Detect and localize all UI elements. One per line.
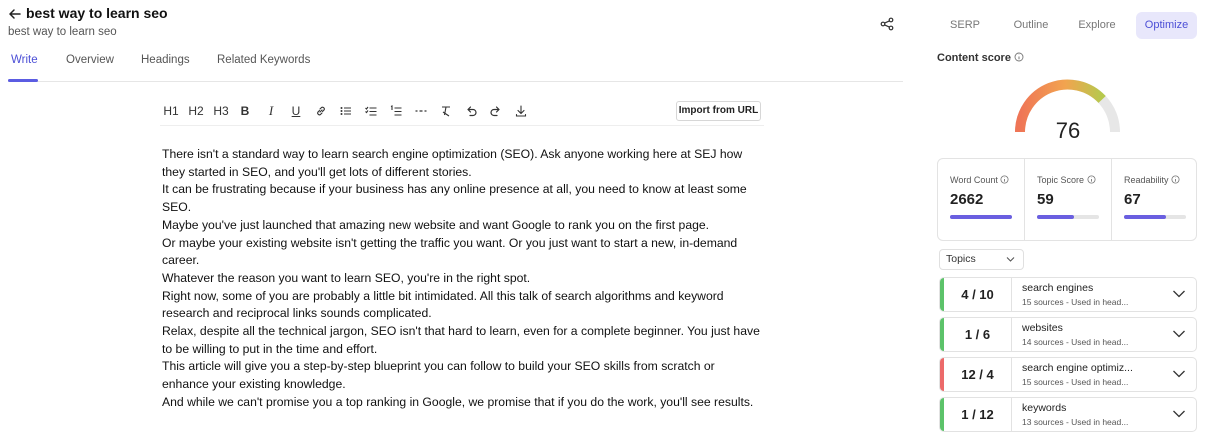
- underline-button[interactable]: U: [290, 103, 302, 119]
- metric-readability: Readability 67: [1111, 159, 1196, 240]
- metric-progress-bar: [950, 215, 1012, 219]
- topics-dropdown-label: Topics: [946, 253, 976, 265]
- heading-2-button[interactable]: H2: [188, 103, 204, 119]
- chevron-down-icon: [1006, 257, 1015, 262]
- topic-row[interactable]: 1 / 12 keywords 13 sources - Used in hea…: [939, 397, 1197, 432]
- paragraph: Maybe you've just launched that amazing …: [162, 217, 710, 232]
- bold-button[interactable]: B: [239, 103, 251, 119]
- redo-button[interactable]: [490, 103, 504, 119]
- tab-outline[interactable]: Outline: [1001, 12, 1061, 39]
- content-score-title: Content score: [937, 52, 1011, 64]
- topic-name: search engines: [1022, 282, 1094, 294]
- checklist-icon: [365, 106, 377, 116]
- tab-serp[interactable]: SERP: [937, 12, 993, 39]
- document-title: best way to learn seo: [26, 5, 168, 21]
- topic-name: keywords: [1022, 402, 1067, 414]
- horizontal-rule-button[interactable]: [415, 103, 429, 119]
- topic-count: 1 / 6: [944, 318, 1012, 351]
- metric-label: Readability: [1124, 175, 1180, 185]
- metric-label: Word Count: [950, 175, 1009, 185]
- paragraph: Or maybe your existing website isn't get…: [162, 235, 738, 268]
- heading-3-button[interactable]: H3: [213, 103, 229, 119]
- tab-write[interactable]: Write: [11, 54, 38, 66]
- metric-progress-fill: [1037, 215, 1074, 219]
- paragraph: Right now, some of you are probably a li…: [162, 288, 724, 321]
- topic-row[interactable]: 12 / 4 search engine optimiz... 15 sourc…: [939, 357, 1197, 392]
- topic-row[interactable]: 4 / 10 search engines 15 sources - Used …: [939, 277, 1197, 312]
- editor-content[interactable]: There isn't a standard way to learn sear…: [162, 146, 762, 412]
- tab-optimize[interactable]: Optimize: [1136, 12, 1197, 39]
- tab-explore[interactable]: Explore: [1067, 12, 1127, 39]
- info-icon[interactable]: [1014, 52, 1024, 62]
- chevron-down-icon[interactable]: [1172, 369, 1186, 379]
- info-icon[interactable]: [1087, 175, 1096, 184]
- topic-sources: 13 sources - Used in head...: [1022, 417, 1129, 427]
- link-icon: [317, 106, 325, 116]
- bullet-list-button[interactable]: [340, 103, 354, 119]
- undo-icon: [467, 106, 477, 117]
- content-score-label: Content score: [937, 52, 1024, 64]
- metric-progress-bar: [1124, 215, 1186, 219]
- numbered-list-button[interactable]: [390, 103, 404, 119]
- clear-format-button[interactable]: [440, 103, 454, 119]
- topic-count: 12 / 4: [944, 358, 1012, 391]
- bullet-list-icon: [340, 107, 351, 115]
- topic-count: 1 / 12: [944, 398, 1012, 431]
- document-header: best way to learn seo best way to learn …: [8, 5, 898, 45]
- paragraph: This article will give you a step-by-ste…: [162, 359, 715, 392]
- chevron-down-icon[interactable]: [1172, 289, 1186, 299]
- numbered-list-icon: [390, 105, 402, 116]
- redo-icon: [490, 106, 500, 117]
- clear-format-icon: [442, 106, 450, 117]
- topic-count: 4 / 10: [944, 278, 1012, 311]
- paragraph: There isn't a standard way to learn sear…: [162, 147, 743, 179]
- tab-overview[interactable]: Overview: [66, 54, 114, 66]
- italic-button[interactable]: I: [265, 103, 277, 119]
- topic-name: websites: [1022, 322, 1063, 334]
- metric-value: 2662: [950, 191, 984, 208]
- info-icon[interactable]: [1000, 175, 1009, 184]
- editor-toolbar: H1 H2 H3 B I U Import from URL: [160, 100, 764, 126]
- horizontal-rule-icon: [415, 110, 427, 112]
- import-from-url-button[interactable]: Import from URL: [676, 101, 761, 121]
- topic-sources: 15 sources - Used in head...: [1022, 297, 1129, 307]
- info-icon[interactable]: [1171, 175, 1180, 184]
- topic-name: search engine optimiz...: [1022, 362, 1133, 374]
- paragraph: It can be frustrating because if your bu…: [162, 182, 747, 215]
- metric-value: 59: [1037, 191, 1054, 208]
- metric-word-count: Word Count 2662: [938, 159, 1024, 240]
- document-subtitle: best way to learn seo: [8, 26, 117, 38]
- metric-topic-score: Topic Score 59: [1024, 159, 1111, 240]
- heading-1-button[interactable]: H1: [163, 103, 179, 119]
- topic-sources: 15 sources - Used in head...: [1022, 377, 1129, 387]
- metrics-card: Word Count 2662 Topic Score 59 Readabili…: [937, 158, 1197, 241]
- paragraph: Whatever the reason you want to learn SE…: [162, 270, 531, 285]
- chevron-down-icon[interactable]: [1172, 329, 1186, 339]
- editor-tabs: Write Overview Headings Related Keywords: [8, 50, 903, 82]
- link-button[interactable]: [315, 103, 329, 119]
- metric-progress-bar: [1037, 215, 1099, 219]
- paragraph: Relax, despite all the technical jargon,…: [162, 324, 760, 356]
- download-icon: [515, 105, 527, 117]
- metric-value: 67: [1124, 191, 1141, 208]
- metric-label: Topic Score: [1037, 175, 1096, 185]
- chevron-down-icon[interactable]: [1172, 409, 1186, 419]
- topics-dropdown[interactable]: Topics: [939, 249, 1024, 270]
- share-icon[interactable]: [880, 17, 894, 31]
- paragraph: And while we can't promise you a top ran…: [162, 394, 754, 409]
- tab-related-keywords[interactable]: Related Keywords: [217, 54, 310, 66]
- tab-headings[interactable]: Headings: [141, 54, 190, 66]
- topic-row[interactable]: 1 / 6 websites 14 sources - Used in head…: [939, 317, 1197, 352]
- metric-progress-fill: [1124, 215, 1166, 219]
- undo-button[interactable]: [465, 103, 479, 119]
- topic-sources: 14 sources - Used in head...: [1022, 337, 1129, 347]
- checklist-button[interactable]: [365, 103, 379, 119]
- arrow-left-icon[interactable]: [8, 7, 22, 21]
- content-score-value: 76: [1055, 118, 1081, 143]
- download-button[interactable]: [515, 103, 529, 119]
- active-tab-indicator: [8, 79, 38, 82]
- panel-tabs: SERP Outline Explore Optimize: [937, 12, 1199, 40]
- metric-progress-fill: [950, 215, 1012, 219]
